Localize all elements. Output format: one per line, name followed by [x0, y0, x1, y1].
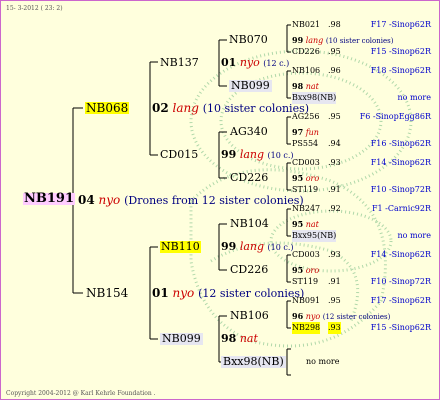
leaf-id[interactable]: NB247	[292, 203, 320, 215]
leaf-score: .93	[328, 322, 341, 334]
leaf-score: .93	[328, 250, 341, 259]
leaf-pedigree: F10 -Sinop72R	[370, 277, 431, 286]
leaf-pedigree: F14 -Sinop62R	[370, 158, 431, 167]
leaf-id[interactable]: NB298	[292, 322, 321, 334]
dam-top-detail: 99 lang (10 c.)	[221, 240, 294, 253]
leaf-pedigree: no more	[397, 93, 431, 102]
leaf-score: .98	[328, 20, 341, 29]
dam-top-queen-parent[interactable]: NB104	[230, 218, 269, 230]
leaf-pedigree: no more	[306, 357, 340, 366]
root-queen-detail: 04 nyo (Drones from 12 sister colonies)	[78, 194, 304, 207]
leaf-pedigree: F17 -Sinop62R	[370, 296, 431, 305]
sire-bottom-queen-parent[interactable]: AG340	[230, 126, 268, 138]
sire-top-queen-id[interactable]: NB137	[160, 57, 199, 69]
copyright: Copyright 2004-2012 @ Karl Kehrle Founda…	[6, 390, 156, 397]
dam-queen-id[interactable]: NB154	[86, 287, 128, 299]
sire-top-detail: 01 nyo (12 c.)	[221, 56, 290, 69]
sire-queen-id[interactable]: NB068	[85, 102, 130, 114]
leaf-id[interactable]: NB106	[292, 65, 320, 77]
leaf-score: .96	[328, 66, 341, 75]
leaf-id[interactable]: CD003	[292, 157, 320, 169]
pedigree-chart: 15- 3-2012 ( 23: 2) NB191 04 nyo (Drones…	[0, 0, 440, 400]
dam-bottom-detail: 98 nat	[221, 332, 258, 345]
dam-top-drone[interactable]: CD226	[230, 264, 268, 276]
leaf-score: .94	[328, 139, 341, 148]
dam-bottom-drone[interactable]: Bxx98(NB)	[221, 356, 286, 368]
sire-top-drone[interactable]: NB099	[229, 80, 272, 92]
generated-date: 15- 3-2012 ( 23: 2)	[6, 5, 63, 12]
root-queen-id[interactable]: NB191	[23, 192, 76, 205]
leaf-score: .95	[328, 47, 341, 56]
leaf-score: .92	[328, 204, 341, 213]
leaf-pedigree: F18 -Sinop62R	[370, 66, 431, 75]
leaf-id[interactable]: ST119	[292, 184, 318, 196]
sire-top-queen-parent[interactable]: NB070	[229, 34, 268, 46]
root-year-code: 04	[78, 193, 95, 207]
sire-bottom-detail: 99 lang (10 c.)	[221, 148, 294, 161]
leaf-id[interactable]: AG256	[292, 111, 319, 123]
sire-bottom-drone[interactable]: CD226	[230, 172, 268, 184]
leaf-id[interactable]: NB021	[292, 19, 320, 31]
sire-race: lang	[172, 101, 199, 115]
leaf-pedigree: F10 -Sinop72R	[370, 185, 431, 194]
leaf-id[interactable]: CD226	[292, 46, 320, 58]
leaf-score: .	[328, 93, 331, 102]
dam-queen-detail: 01 nyo (12 sister colonies)	[152, 286, 305, 300]
leaf-pedigree: F15 -Sinop62R	[370, 47, 431, 56]
dam-top-queen-id[interactable]: NB110	[160, 241, 201, 253]
sire-bottom-queen-id[interactable]: CD015	[160, 149, 198, 161]
leaf-pedigree: F6 -SinopEgg86R	[359, 112, 431, 121]
leaf-score: .95	[328, 112, 341, 121]
leaf-pedigree: F16 -Sinop62R	[370, 139, 431, 148]
root-note: (Drones from 12 sister colonies)	[124, 194, 304, 207]
leaf-id[interactable]: CD003	[292, 249, 320, 261]
leaf-score: .95	[328, 296, 341, 305]
leaf-id[interactable]: ST119	[292, 276, 318, 288]
sire-year-code: 02	[152, 101, 169, 115]
leaf-pedigree: no more	[397, 231, 431, 240]
leaf-score: .	[328, 231, 331, 240]
leaf-score: .93	[328, 158, 341, 167]
leaf-id[interactable]: NB091	[292, 295, 320, 307]
dam-bottom-queen-parent[interactable]: NB106	[230, 310, 269, 322]
leaf-pedigree: F1 -Carnic92R	[372, 204, 431, 213]
leaf-score: .91	[328, 277, 341, 286]
leaf-pedigree: F14 -Sinop62R	[370, 250, 431, 259]
leaf-pedigree: F15 -Sinop62R	[370, 323, 431, 332]
dam-bottom-queen-id[interactable]: NB099	[160, 333, 203, 345]
leaf-score: .91	[328, 185, 341, 194]
leaf-id[interactable]: PS554	[292, 138, 318, 150]
sire-queen-detail: 02 lang (10 sister colonies)	[152, 102, 309, 115]
root-race: nyo	[98, 193, 121, 207]
leaf-pedigree: F17 -Sinop62R	[370, 20, 431, 29]
